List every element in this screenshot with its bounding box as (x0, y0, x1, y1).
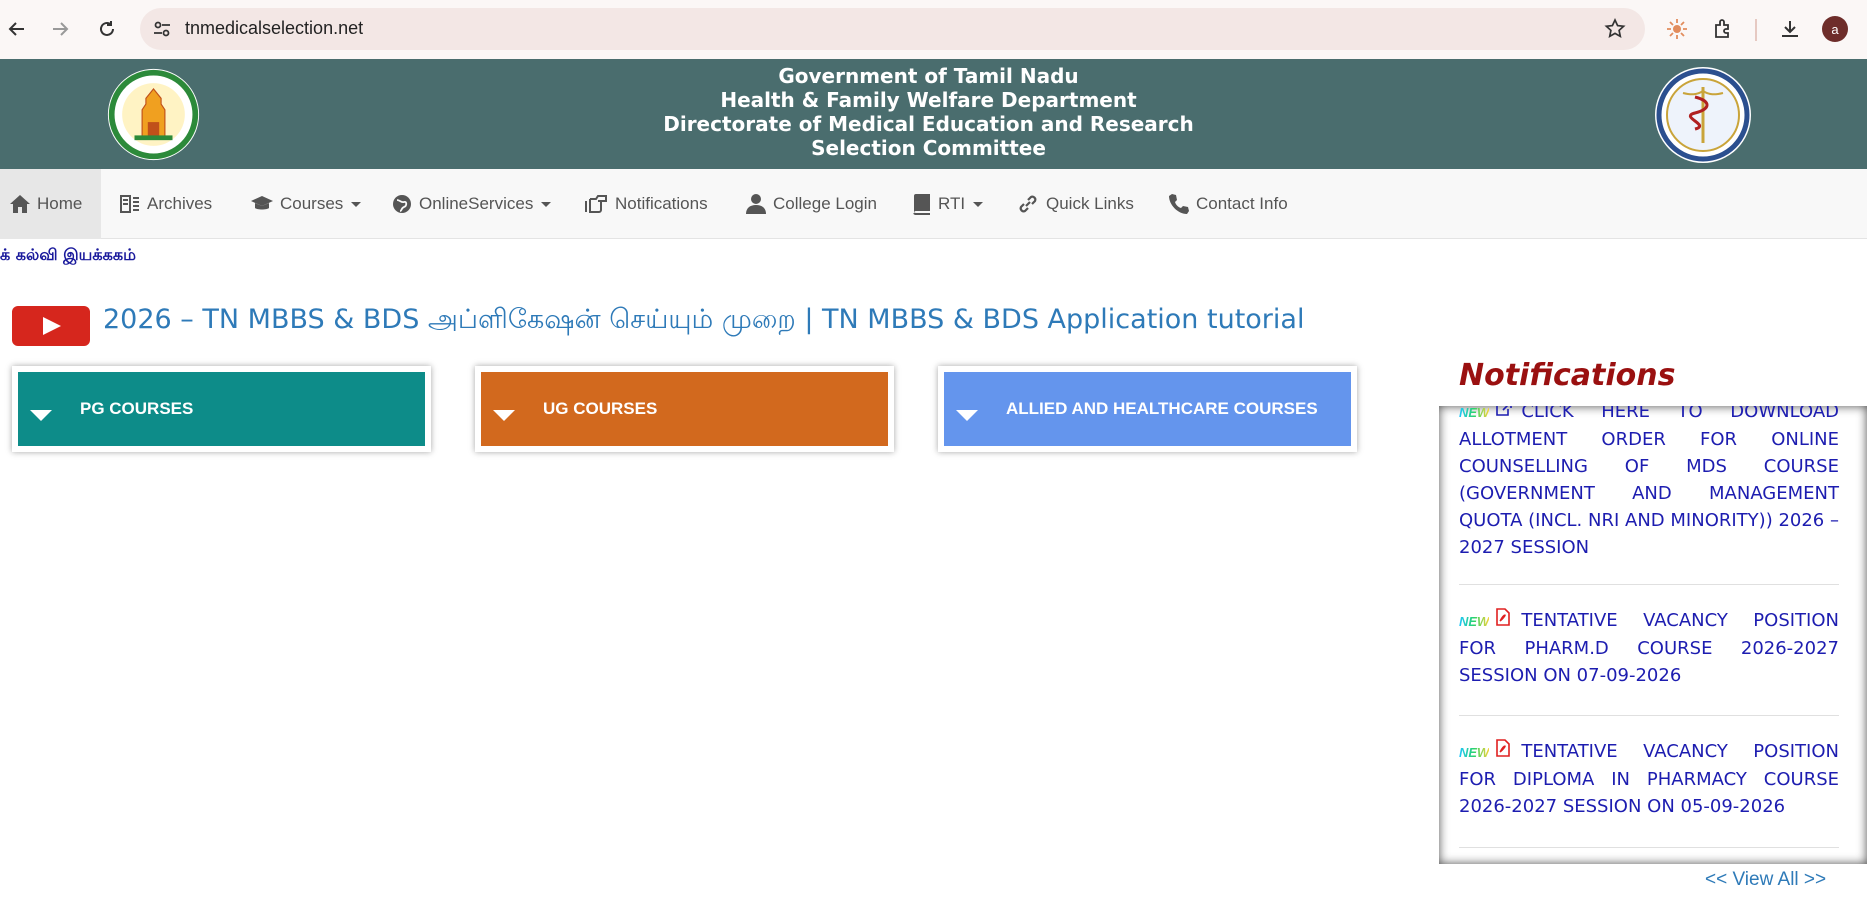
notification-item[interactable]: NEW TENTATIVE VACANCY POSITION FOR PHARM.… (1459, 607, 1839, 689)
nav-rti-label: RTI (938, 194, 966, 213)
link-icon (1019, 195, 1037, 213)
nav-college-login-label: College Login (773, 194, 877, 213)
pdf-icon (1496, 608, 1511, 626)
url-text[interactable]: tnmedicalselection.net (185, 18, 363, 39)
notification-text: TENTATIVE VACANCY POSITION FOR PHARM.D C… (1459, 610, 1839, 686)
nav-home[interactable]: Home (0, 169, 101, 239)
video-tutorial-link[interactable]: 2026 – TN MBBS & BDS அப்ளிகேஷன் செய்யும்… (103, 304, 1304, 339)
nav-courses-label: Courses (280, 194, 344, 213)
allied-courses-button[interactable]: ALLIED AND HEALTHCARE COURSES (944, 372, 1351, 446)
profile-avatar[interactable]: a (1822, 16, 1848, 42)
header-line-committee: Selection Committee (811, 136, 1046, 160)
dropdown-triangle-icon (493, 409, 515, 421)
site-settings-icon[interactable] (152, 19, 172, 39)
main-navbar: Home Archives Courses OnlineServices Not… (0, 169, 1867, 239)
globe-icon (393, 195, 411, 213)
nav-online-services[interactable]: OnlineServices (391, 169, 552, 239)
notification-text: CLICK HERE TO DOWNLOAD ALLOTMENT ORDER F… (1459, 406, 1839, 558)
notification-divider (1459, 715, 1839, 716)
nav-quick-links[interactable]: Quick Links (1016, 169, 1134, 239)
dropdown-triangle-icon (956, 409, 978, 421)
pdf-icon (1496, 739, 1511, 757)
chevron-down-icon (973, 201, 984, 207)
chevron-down-icon (351, 201, 362, 207)
forward-icon[interactable] (45, 14, 75, 44)
chevron-down-icon (541, 201, 552, 207)
header-line-department: Health & Family Welfare Department (720, 88, 1137, 112)
allied-courses-card: ALLIED AND HEALTHCARE COURSES (938, 366, 1357, 452)
notifications-heading: Notifications (1459, 358, 1676, 393)
pg-courses-label: PG COURSES (80, 399, 194, 418)
pg-courses-button[interactable]: PG COURSES (18, 372, 425, 446)
dropdown-triangle-icon (30, 409, 52, 421)
header-line-directorate: Directorate of Medical Education and Res… (663, 112, 1194, 136)
nav-contact-info-label: Contact Info (1196, 194, 1288, 213)
scrolling-marquee-text: க் கல்வி இயக்ககம் (0, 245, 136, 264)
new-badge: NEW (1459, 614, 1490, 629)
nav-archives-label: Archives (147, 194, 213, 213)
notification-item[interactable]: NEW TENTATIVE VACANCY POSITION FOR DIPLOM… (1459, 738, 1839, 820)
home-icon (10, 195, 30, 213)
browser-toolbar: tnmedicalselection.net a (0, 0, 1867, 59)
youtube-icon[interactable] (12, 306, 90, 346)
bookmark-star-icon[interactable] (1603, 17, 1627, 41)
pg-courses-card: PG COURSES (12, 366, 431, 452)
view-all-link[interactable]: << View All >> (1705, 869, 1826, 891)
nav-contact-info[interactable]: Contact Info (1168, 169, 1288, 239)
ug-courses-label: UG COURSES (543, 399, 658, 418)
nav-online-services-label: OnlineServices (419, 194, 534, 213)
notification-divider (1459, 847, 1839, 848)
graduation-cap-icon (251, 196, 273, 210)
archive-icon (120, 195, 139, 213)
extension-sun-icon[interactable] (1662, 14, 1692, 44)
selection-committee-emblem-icon (1655, 67, 1751, 163)
back-icon[interactable] (2, 14, 32, 44)
download-icon[interactable] (1775, 14, 1805, 44)
nav-quick-links-label: Quick Links (1046, 194, 1134, 213)
ug-courses-button[interactable]: UG COURSES (481, 372, 888, 446)
nav-courses[interactable]: Courses (250, 169, 362, 239)
notification-text: TENTATIVE VACANCY POSITION FOR DIPLOMA I… (1459, 741, 1839, 817)
nav-notifications[interactable]: Notifications (583, 169, 708, 239)
notification-divider (1459, 584, 1839, 585)
notifications-panel[interactable]: NEW CLICK HERE TO DOWNLOAD ALLOTMENT ORDE… (1439, 406, 1867, 864)
nav-notifications-label: Notifications (615, 194, 708, 213)
external-link-icon (1496, 406, 1513, 416)
site-header: Government of Tamil Nadu Health & Family… (0, 59, 1867, 169)
header-title-block: Government of Tamil Nadu Health & Family… (0, 64, 1867, 160)
address-bar[interactable]: tnmedicalselection.net (140, 8, 1645, 50)
nav-rti[interactable]: RTI (912, 169, 984, 239)
reload-icon[interactable] (92, 14, 122, 44)
nav-home-label: Home (37, 194, 83, 213)
extensions-puzzle-icon[interactable] (1708, 14, 1738, 44)
allied-courses-label: ALLIED AND HEALTHCARE COURSES (1006, 399, 1318, 418)
nav-college-login[interactable]: College Login (745, 169, 877, 239)
ug-courses-card: UG COURSES (475, 366, 894, 452)
notification-item[interactable]: NEW CLICK HERE TO DOWNLOAD ALLOTMENT ORDE… (1459, 406, 1839, 561)
hand-pointer-icon (585, 195, 607, 213)
nav-archives[interactable]: Archives (119, 169, 212, 239)
user-icon (746, 194, 766, 214)
new-badge: NEW (1459, 406, 1490, 420)
new-badge: NEW (1459, 745, 1490, 760)
phone-icon (1169, 194, 1189, 214)
toolbar-divider (1755, 19, 1757, 41)
book-icon (913, 194, 930, 215)
header-line-government: Government of Tamil Nadu (778, 64, 1079, 88)
